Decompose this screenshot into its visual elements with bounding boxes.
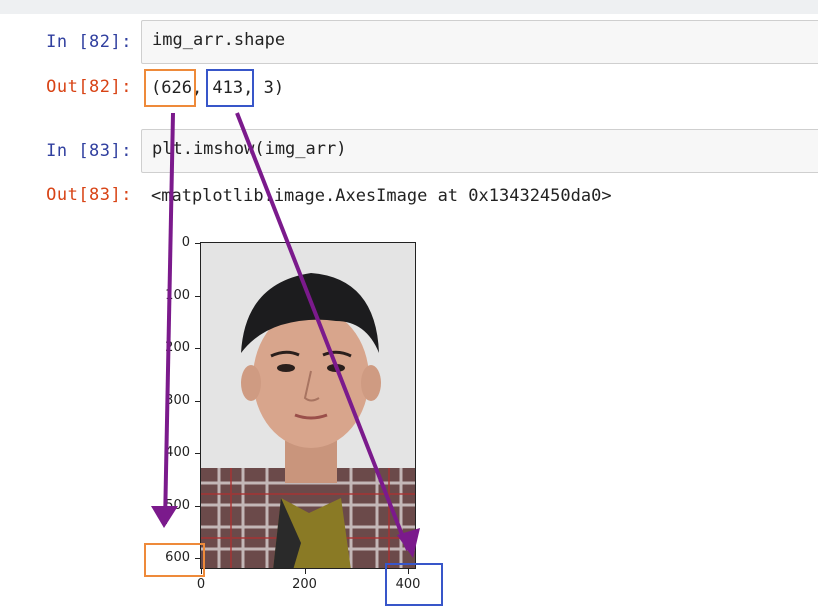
- cell-83-code: plt.imshow(img_arr): [152, 139, 347, 159]
- y-tick-mark: [195, 243, 200, 244]
- y-tick-mark: [195, 453, 200, 454]
- height-arrow-shaft: [163, 112, 175, 525]
- y-tick-mark: [195, 295, 200, 297]
- y-tick-label: 500: [165, 497, 190, 513]
- width-highlight-box: [206, 69, 254, 107]
- notebook-top-strip: [0, 0, 818, 14]
- x-400-highlight-box: [385, 563, 443, 606]
- cell-82-code-input[interactable]: img_arr.shape: [141, 20, 818, 64]
- cell-83-output: <matplotlib.image.AxesImage at 0x1343245…: [151, 186, 612, 206]
- cell-82-in-prompt: In [82]:: [46, 32, 132, 52]
- x-tick-label: 0: [196, 577, 206, 592]
- cell-83-code-input[interactable]: plt.imshow(img_arr): [141, 129, 818, 173]
- y-tick-label: 0: [181, 235, 190, 250]
- y-600-highlight-box: [144, 543, 205, 577]
- y-tick-label: 100: [165, 287, 190, 303]
- portrait-image: [201, 243, 415, 568]
- y-tick-mark: [195, 348, 200, 349]
- image-axes: [200, 242, 416, 569]
- cell-82-code: img_arr.shape: [152, 30, 286, 50]
- x-tick-label: 200: [292, 577, 317, 592]
- x-tick-mark: [304, 569, 306, 574]
- cell-82-out-prompt: Out[82]:: [46, 77, 132, 97]
- height-highlight-box: [144, 69, 196, 107]
- y-tick-mark: [195, 505, 200, 507]
- y-tick-label: 300: [165, 392, 190, 408]
- cell-83-out-prompt: Out[83]:: [46, 185, 132, 205]
- cell-83-in-prompt: In [83]:: [46, 141, 132, 161]
- y-tick-label: 400: [165, 445, 190, 460]
- y-tick-mark: [195, 400, 200, 402]
- y-tick-label: 200: [165, 340, 190, 355]
